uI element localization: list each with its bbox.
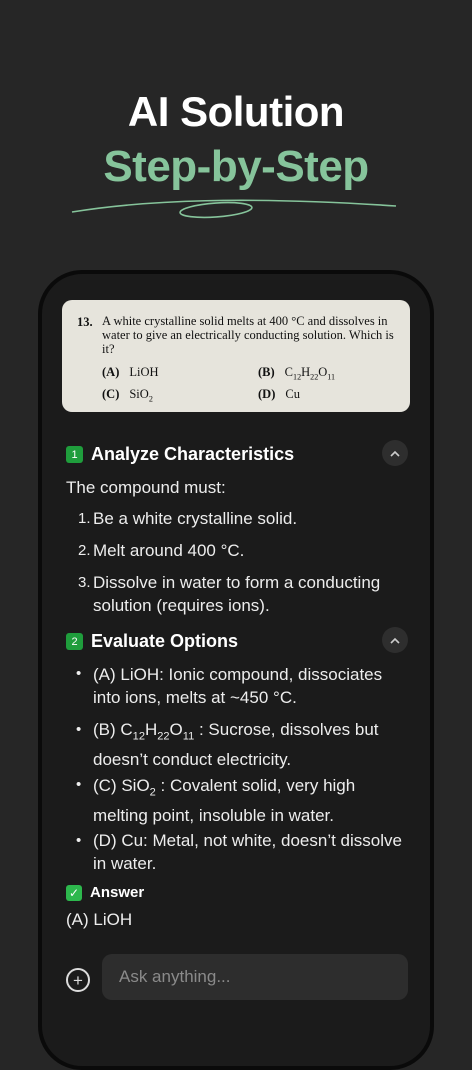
- step-2-item-3: (C) SiO2 : Covalent solid, very high mel…: [93, 776, 356, 826]
- ask-input[interactable]: [102, 954, 408, 1000]
- checkmark-icon: ✓: [66, 884, 82, 901]
- step-1-collapse-button[interactable]: [382, 440, 408, 466]
- bullet-marker: •: [76, 721, 82, 738]
- step-1-intro: The compound must:: [66, 478, 226, 497]
- question-card: 13. A white crystalline solid melts at 4…: [62, 300, 410, 412]
- step-2-header: 2 Evaluate Options: [66, 631, 238, 652]
- option-d-label: Cu: [285, 387, 300, 401]
- step-1-header: 1 Analyze Characteristics: [66, 444, 294, 465]
- step-2-title: Evaluate Options: [91, 631, 239, 651]
- option-c-label: SiO2: [129, 387, 153, 404]
- hero-subtitle: Step-by-Step: [103, 142, 369, 191]
- option-a: (A) LiOH: [102, 365, 159, 380]
- option-d: (D) Cu: [258, 387, 300, 402]
- question-text: A white crystalline solid melts at 400 °…: [102, 314, 394, 356]
- option-a-key: (A): [102, 365, 120, 379]
- option-d-key: (D): [258, 387, 276, 401]
- option-c: (C) SiO2: [102, 387, 153, 404]
- bullet-marker: •: [76, 776, 82, 793]
- question-number: 13.: [77, 315, 93, 329]
- add-attachment-icon[interactable]: +: [66, 968, 90, 992]
- step-2-item-2: (B) C12H22O11 : Sucrose, dissolves but d…: [93, 720, 379, 770]
- step-1-item-1: Be a white crystalline solid.: [93, 509, 298, 528]
- list-marker: 2.: [78, 542, 91, 559]
- answer-value: (A) LiOH: [66, 910, 133, 929]
- option-a-label: LiOH: [129, 365, 159, 379]
- step-1-title: Analyze Characteristics: [91, 444, 295, 464]
- swoosh-decoration: [71, 199, 397, 219]
- step-2-badge: 2: [66, 633, 83, 650]
- step-1-item-3: Dissolve in water to form a conducting s…: [93, 573, 381, 615]
- step-2-collapse-button[interactable]: [382, 627, 408, 653]
- answer-header: ✓ Answer: [66, 884, 144, 901]
- hero-title: AI Solution: [127, 88, 345, 135]
- option-b-label: C12H22O11: [284, 365, 336, 382]
- step-2-item-1: (A) LiOH: Ionic compound, dissociates in…: [93, 665, 383, 707]
- phone-frame: 13. A white crystalline solid melts at 4…: [38, 270, 434, 1070]
- bullet-marker: •: [76, 832, 82, 849]
- bullet-marker: •: [76, 665, 82, 682]
- step-1-badge: 1: [66, 446, 83, 463]
- step-2-item-4: (D) Cu: Metal, not white, doesn’t dissol…: [93, 831, 402, 873]
- option-c-key: (C): [102, 387, 120, 401]
- chevron-up-icon: [390, 450, 400, 457]
- chevron-up-icon: [390, 637, 400, 644]
- list-marker: 3.: [78, 574, 91, 591]
- option-b: (B) C12H22O11: [258, 365, 335, 382]
- list-marker: 1.: [78, 510, 91, 527]
- step-1-item-2: Melt around 400 °C.: [93, 541, 245, 560]
- option-b-key: (B): [258, 365, 275, 379]
- answer-label: Answer: [90, 884, 145, 901]
